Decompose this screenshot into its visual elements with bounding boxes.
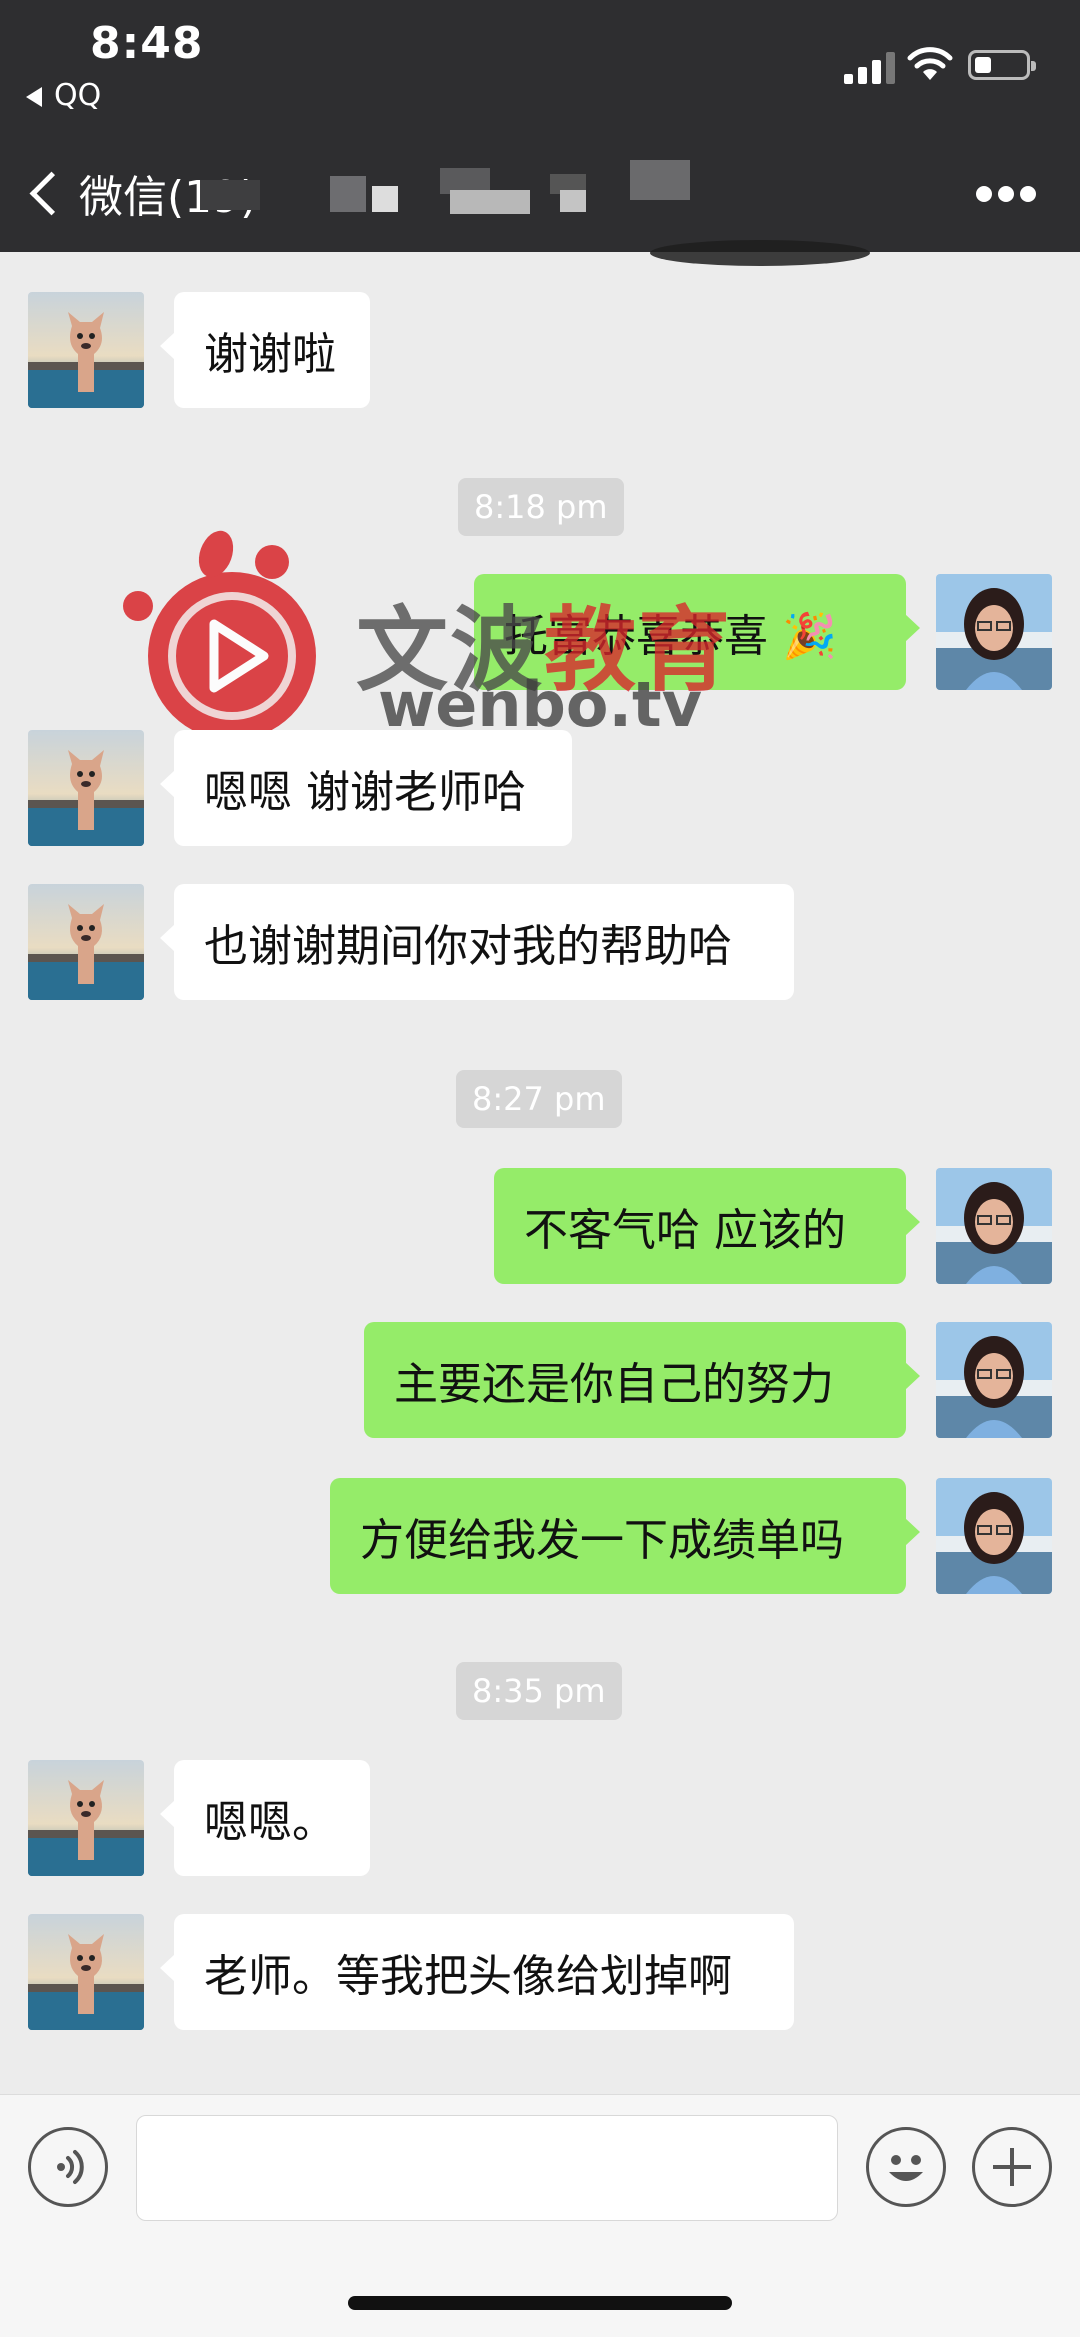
avatar-contact[interactable] — [28, 292, 144, 408]
more-dots-icon[interactable] — [976, 184, 1036, 204]
top-bar: 8:48 QQ 微信(19) — [0, 0, 1080, 266]
message-bubble-out[interactable]: 方便给我发一下成绩单吗 — [330, 1478, 920, 1594]
plus-button[interactable] — [972, 2127, 1052, 2207]
plus-icon — [993, 2148, 1031, 2186]
timestamp: 8:27 pm — [456, 1070, 622, 1128]
message-bubble-out[interactable]: 主要还是你自己的努力 — [364, 1322, 920, 1438]
battery-icon — [968, 50, 1036, 80]
timestamp: 8:18 pm — [458, 478, 624, 536]
chevron-left-icon — [29, 171, 74, 215]
chat-title-pixelated — [200, 160, 750, 226]
avatar-self[interactable] — [936, 574, 1052, 690]
message-bubble-in[interactable]: 嗯嗯 谢谢老师哈 — [160, 730, 572, 846]
message-bubble-in[interactable]: 也谢谢期间你对我的帮助哈 — [160, 884, 794, 1000]
header-shadow — [650, 240, 870, 266]
avatar-contact[interactable] — [28, 1914, 144, 2030]
cellular-signal-icon — [844, 50, 896, 84]
message-bubble-in[interactable]: 老师。等我把头像给划掉啊 — [160, 1914, 794, 2030]
back-triangle-icon — [26, 86, 42, 107]
emoji-button[interactable] — [866, 2127, 946, 2207]
avatar-self[interactable] — [936, 1322, 1052, 1438]
avatar-contact[interactable] — [28, 730, 144, 846]
back-app-label: QQ — [54, 78, 102, 113]
voice-icon — [57, 2150, 84, 2184]
avatar-self[interactable] — [936, 1478, 1052, 1594]
voice-button[interactable] — [28, 2127, 108, 2207]
message-bubble-in[interactable]: 嗯嗯。 — [160, 1760, 370, 1876]
avatar-self[interactable] — [936, 1168, 1052, 1284]
avatar-contact[interactable] — [28, 884, 144, 1000]
home-indicator[interactable] — [348, 2296, 732, 2310]
wifi-icon — [907, 47, 953, 80]
avatar-contact[interactable] — [28, 1760, 144, 1876]
back-to-app[interactable]: QQ — [26, 78, 101, 113]
message-bubble-out[interactable]: 不客气哈 应该的 — [494, 1168, 920, 1284]
emoji-icon — [889, 2155, 923, 2181]
status-time: 8:48 — [90, 18, 204, 69]
watermark-logo-icon — [123, 530, 316, 740]
message-bubble-in[interactable]: 谢谢啦 — [160, 292, 370, 408]
timestamp: 8:35 pm — [456, 1662, 622, 1720]
message-input[interactable] — [136, 2115, 838, 2221]
